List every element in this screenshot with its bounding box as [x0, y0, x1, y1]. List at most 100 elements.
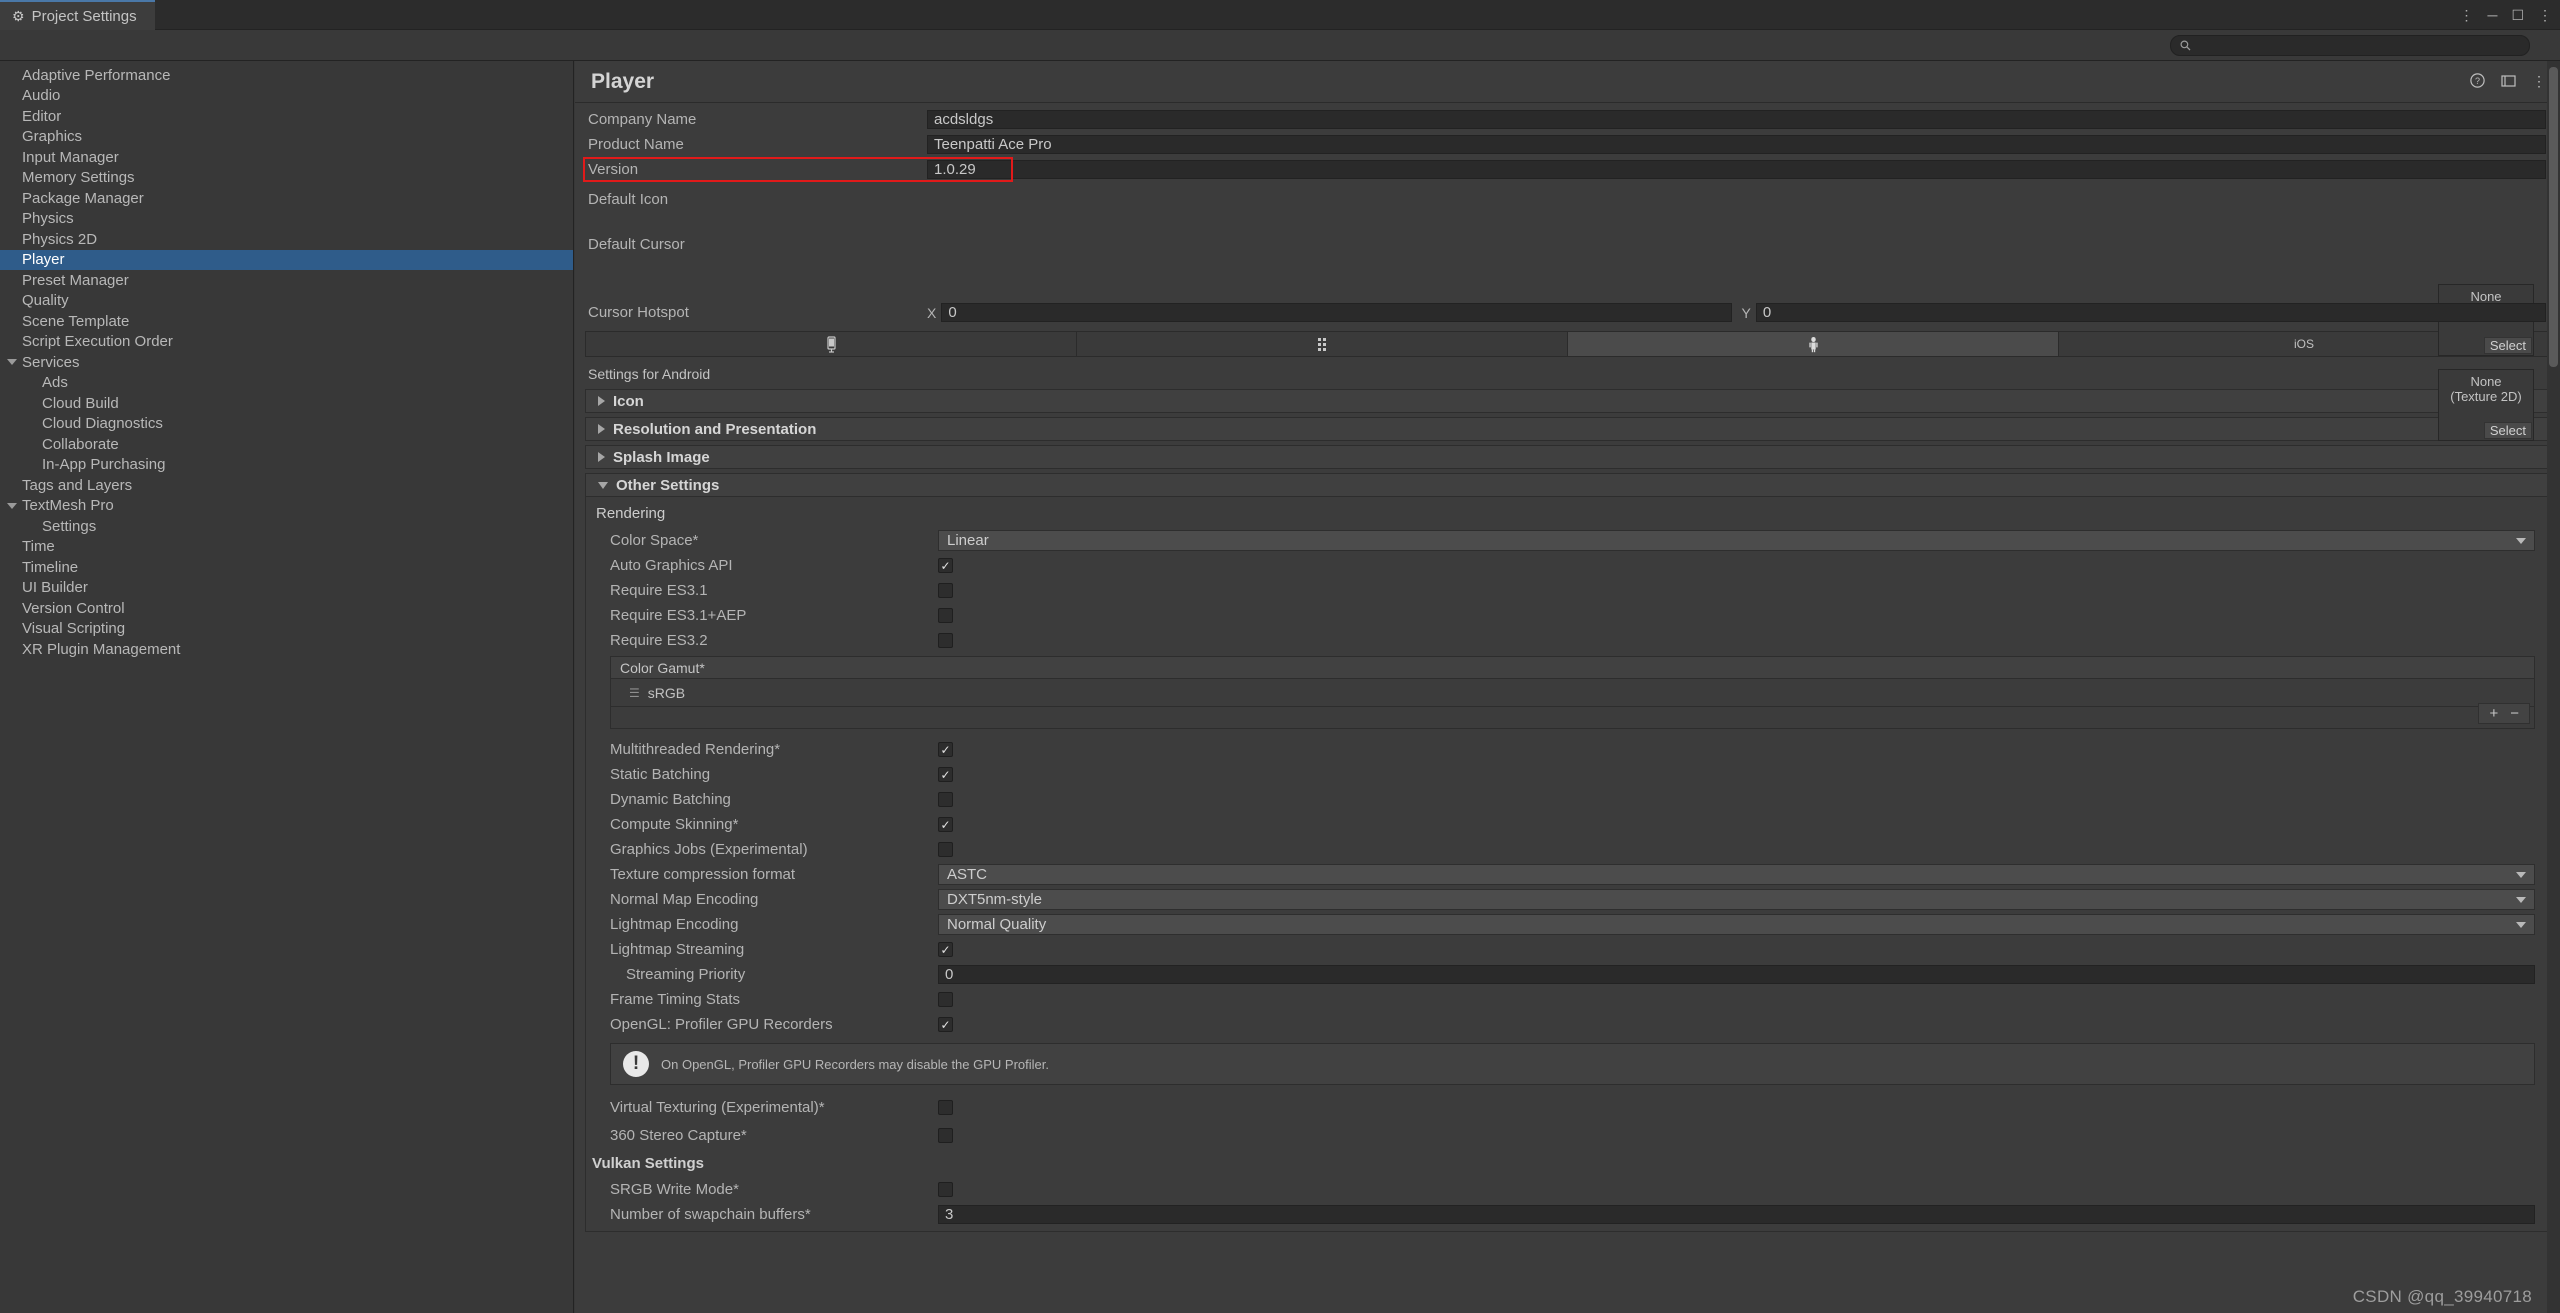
chevron-down-icon[interactable]: [7, 359, 17, 366]
hotspot-x-field[interactable]: 0: [941, 303, 1732, 322]
toggle-checkbox[interactable]: [938, 767, 953, 782]
panel-kebab-menu-icon[interactable]: ⋮: [2532, 74, 2546, 88]
section-icon[interactable]: Icon: [585, 389, 2550, 413]
maximize-icon[interactable]: ☐: [2511, 8, 2524, 22]
sidebar-item-label: XR Plugin Management: [22, 640, 181, 658]
window-controls: ⋮ ─ ☐ ⋮: [2460, 0, 2552, 30]
sidebar-item-ads[interactable]: Ads: [0, 373, 573, 394]
swapchain-buffers-field[interactable]: 3: [938, 1205, 2535, 1224]
product-name-field[interactable]: Teenpatti Ace Pro: [927, 135, 2546, 154]
color-space-dropdown[interactable]: Linear: [938, 530, 2535, 551]
section-other-settings[interactable]: Other Settings: [585, 473, 2550, 497]
sidebar-item-scene-template[interactable]: Scene Template: [0, 311, 573, 332]
drag-handle-icon[interactable]: ☰: [629, 686, 640, 700]
preset-icon[interactable]: [2501, 74, 2516, 88]
require-es31-checkbox[interactable]: [938, 583, 953, 598]
help-icon[interactable]: ?: [2470, 73, 2485, 88]
settings-category-sidebar[interactable]: Adaptive Performance Audio Editor Graphics I…: [0, 61, 574, 1313]
color-gamut-add-remove[interactable]: + −: [2478, 703, 2530, 724]
row-company-name: Company Name acdsldgs: [575, 107, 2560, 132]
section-splash-image[interactable]: Splash Image: [585, 445, 2550, 469]
sidebar-item-script-execution-order[interactable]: Script Execution Order: [0, 332, 573, 353]
sidebar-item-cloud-diagnostics[interactable]: Cloud Diagnostics: [0, 414, 573, 435]
auto-graphics-api-checkbox[interactable]: [938, 558, 953, 573]
chevron-down-icon: [2516, 921, 2526, 928]
sidebar-item-timeline[interactable]: Timeline: [0, 557, 573, 578]
auto-graphics-api-label: Auto Graphics API: [610, 557, 733, 574]
normal-map-encoding-dropdown[interactable]: DXT5nm-style: [938, 889, 2535, 910]
sidebar-item-audio[interactable]: Audio: [0, 86, 573, 107]
lightmap-encoding-dropdown[interactable]: Normal Quality: [938, 914, 2535, 935]
sidebar-item-visual-scripting[interactable]: Visual Scripting: [0, 619, 573, 640]
sidebar-item-graphics[interactable]: Graphics: [0, 127, 573, 148]
color-space-value: Linear: [947, 532, 989, 549]
texture-compression-dropdown[interactable]: ASTC: [938, 864, 2535, 885]
sidebar-item-time[interactable]: Time: [0, 537, 573, 558]
sidebar-item-preset-manager[interactable]: Preset Manager: [0, 270, 573, 291]
sidebar-item-physics[interactable]: Physics: [0, 209, 573, 230]
toggle-checkbox[interactable]: [938, 842, 953, 857]
sidebar-item-editor[interactable]: Editor: [0, 106, 573, 127]
remove-icon[interactable]: −: [2510, 706, 2519, 721]
default-icon-select-button[interactable]: Select: [2483, 337, 2532, 354]
platform-tab-universal-windows[interactable]: [1077, 332, 1568, 356]
sidebar-item-ui-builder[interactable]: UI Builder: [0, 578, 573, 599]
row-swapchain-buffers: Number of swapchain buffers* 3: [586, 1202, 2549, 1227]
color-gamut-item-srgb[interactable]: ☰ sRGB: [610, 679, 2535, 707]
toggle-label: Static Batching: [610, 766, 711, 783]
sidebar-item-textmesh-pro[interactable]: TextMesh Pro: [0, 496, 573, 517]
sidebar-item-quality[interactable]: Quality: [0, 291, 573, 312]
toggle-checkbox[interactable]: [938, 742, 953, 757]
version-field[interactable]: 1.0.29: [927, 160, 2546, 179]
sidebar-item-input-manager[interactable]: Input Manager: [0, 147, 573, 168]
opengl-profiler-checkbox[interactable]: [938, 1017, 953, 1032]
default-cursor-select-button[interactable]: Select: [2483, 422, 2532, 439]
tab-project-settings[interactable]: ⚙ Project Settings: [0, 0, 155, 30]
hotspot-y-field[interactable]: 0: [1755, 303, 2546, 322]
stereo-capture-checkbox[interactable]: [938, 1127, 953, 1143]
frame-timing-stats-checkbox[interactable]: [938, 992, 953, 1007]
sidebar-item-services[interactable]: Services: [0, 352, 573, 373]
company-name-field[interactable]: acdsldgs: [927, 110, 2546, 129]
chevron-right-icon[interactable]: [598, 452, 605, 462]
sidebar-item-settings[interactable]: Settings: [0, 516, 573, 537]
platform-tab-bar[interactable]: iOS: [585, 331, 2550, 357]
streaming-priority-field[interactable]: 0: [938, 965, 2535, 984]
platform-tab-standalone[interactable]: [586, 332, 1077, 356]
chevron-right-icon[interactable]: [598, 424, 605, 434]
sidebar-item-cloud-build[interactable]: Cloud Build: [0, 393, 573, 414]
srgb-write-mode-checkbox[interactable]: [938, 1182, 953, 1197]
sidebar-item-memory-settings[interactable]: Memory Settings: [0, 168, 573, 189]
section-resolution-and-presentation[interactable]: Resolution and Presentation: [585, 417, 2550, 441]
chevron-down-icon[interactable]: [7, 502, 17, 509]
require-es31aep-checkbox[interactable]: [938, 608, 953, 623]
sidebar-item-tags-and-layers[interactable]: Tags and Layers: [0, 475, 573, 496]
chevron-down-icon[interactable]: [598, 481, 608, 489]
require-es32-checkbox[interactable]: [938, 633, 953, 648]
kebab-menu-icon[interactable]: ⋮: [2460, 8, 2474, 22]
minimize-icon[interactable]: ─: [2488, 8, 2498, 22]
sidebar-item-xr-plugin-management[interactable]: XR Plugin Management: [0, 639, 573, 660]
opengl-warning-text: On OpenGL, Profiler GPU Recorders may di…: [661, 1056, 1049, 1072]
search-input[interactable]: [2197, 38, 2520, 53]
sidebar-item-adaptive-performance[interactable]: Adaptive Performance: [0, 65, 573, 86]
color-gamut-header: Color Gamut*: [610, 656, 2535, 679]
toggle-checkbox[interactable]: [938, 817, 953, 832]
default-cursor-object-field[interactable]: None (Texture 2D) Select: [2438, 369, 2534, 441]
sidebar-item-version-control[interactable]: Version Control: [0, 598, 573, 619]
sidebar-item-package-manager[interactable]: Package Manager: [0, 188, 573, 209]
lightmap-streaming-checkbox[interactable]: [938, 942, 953, 957]
search-box[interactable]: [2170, 35, 2530, 56]
virtual-texturing-checkbox[interactable]: [938, 1099, 953, 1115]
toggle-checkbox[interactable]: [938, 792, 953, 807]
sidebar-item-player[interactable]: Player: [0, 249, 573, 270]
sidebar-item-in-app-purchasing[interactable]: In-App Purchasing: [0, 455, 573, 476]
close-icon[interactable]: ⋮: [2538, 8, 2552, 22]
sidebar-item-collaborate[interactable]: Collaborate: [0, 434, 573, 455]
vertical-scrollbar[interactable]: [2547, 61, 2560, 1313]
add-icon[interactable]: +: [2489, 706, 2498, 721]
scrollbar-thumb[interactable]: [2549, 67, 2558, 367]
platform-tab-android[interactable]: [1568, 332, 2059, 356]
sidebar-item-physics-2d[interactable]: Physics 2D: [0, 229, 573, 250]
chevron-right-icon[interactable]: [598, 396, 605, 406]
